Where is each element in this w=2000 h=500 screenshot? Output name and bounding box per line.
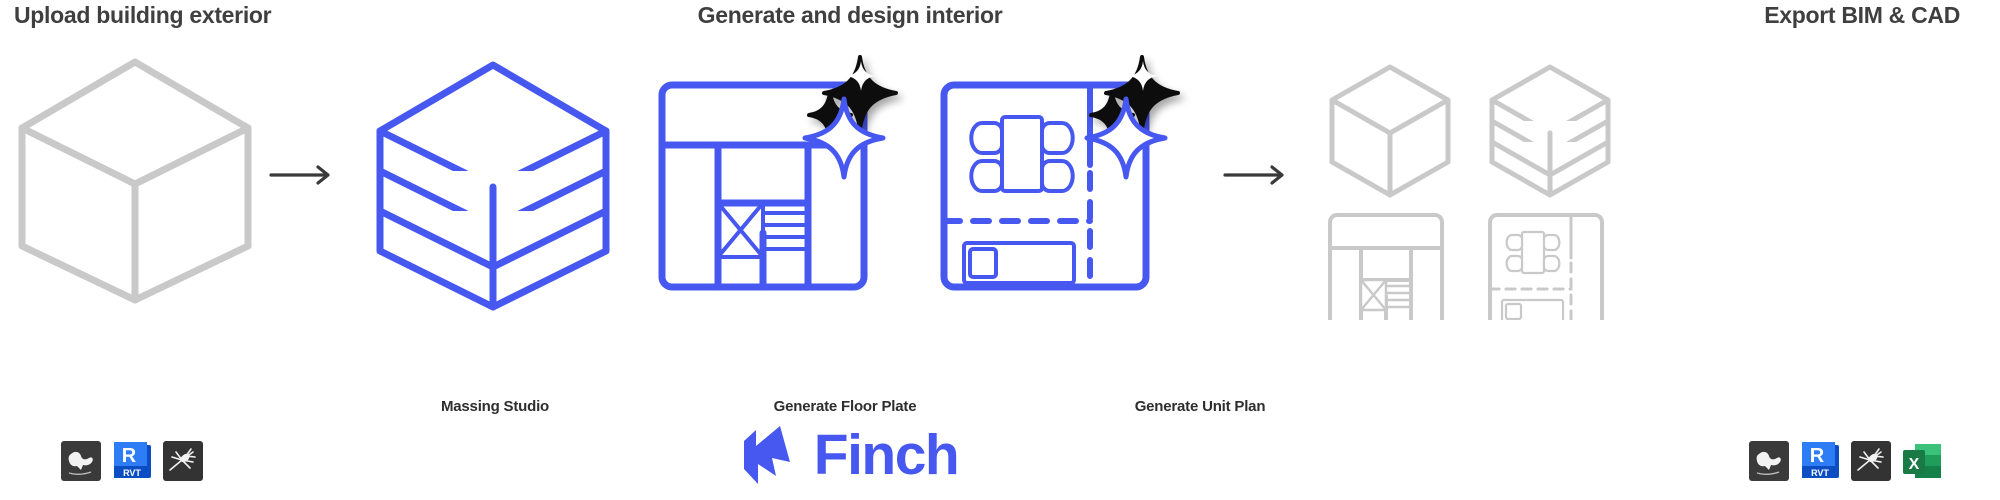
isometric-layered-massing-cube-icon: [376, 61, 610, 311]
isometric-cube-icon: [18, 58, 252, 304]
unit-plan-furniture-icon: [940, 55, 1180, 291]
grasshopper-icon[interactable]: [1850, 440, 1892, 482]
isometric-layered-massing-cube-icon: [1489, 64, 1611, 198]
rhino-icon[interactable]: [1748, 440, 1790, 482]
arrow-right-icon: [1223, 165, 1284, 185]
unit-plan-furniture-icon: [1488, 213, 1604, 320]
step-label-generate-floor-plate: Generate Floor Plate: [773, 398, 917, 415]
section-title-export: Export BIM & CAD: [1764, 2, 1960, 28]
finch-logo: Finch: [0, 424, 1700, 486]
revit-icon[interactable]: R RVT: [1799, 440, 1841, 482]
floor-plate-plan-icon: [658, 55, 898, 291]
step-label-massing-studio: Massing Studio: [440, 398, 550, 415]
finch-bird-mark-icon: [743, 426, 790, 484]
diagram-canvas: Upload building exterior Generate and de…: [0, 0, 2000, 500]
export-thumbnail-group: [1328, 64, 1611, 320]
excel-icon-letter: X: [1909, 456, 1920, 473]
isometric-cube-icon: [1329, 64, 1451, 198]
arrow-right-icon: [269, 165, 330, 185]
revit-icon-letter: R: [1810, 445, 1825, 467]
floor-plate-plan-icon: [1328, 213, 1444, 320]
excel-icon[interactable]: X: [1901, 440, 1943, 482]
step-label-generate-unit-plan: Generate Unit Plan: [1134, 398, 1266, 415]
revit-icon-label: RVT: [1811, 468, 1829, 478]
finch-wordmark: Finch: [813, 422, 960, 487]
output-software-icon-row: R RVT X: [1748, 440, 1943, 482]
